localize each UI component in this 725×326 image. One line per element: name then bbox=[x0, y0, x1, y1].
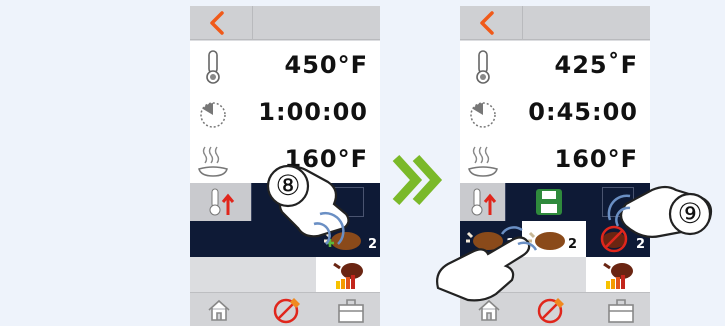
timer-row[interactable]: 1:00:00 bbox=[190, 92, 380, 136]
instruction-figure: 450°F 1:00:00 160°F 2 ⑧ 425˚F 0:45:00 16… bbox=[0, 0, 725, 326]
no-probe-icon[interactable] bbox=[272, 296, 304, 324]
timer-row[interactable]: 0:45:00 bbox=[460, 92, 650, 136]
cook-mode-button[interactable] bbox=[316, 257, 380, 292]
thermometer-icon bbox=[476, 50, 490, 84]
timer-icon bbox=[200, 102, 226, 128]
temp-mode-button[interactable] bbox=[190, 183, 252, 221]
pointing-hand-icon bbox=[436, 226, 538, 302]
back-arrow-icon[interactable] bbox=[474, 9, 502, 37]
cook-mode-button[interactable] bbox=[586, 257, 650, 292]
time-value: 1:00:00 bbox=[258, 98, 368, 126]
home-icon[interactable] bbox=[206, 298, 232, 322]
temp-mode-button[interactable] bbox=[460, 183, 506, 221]
thermometer-icon bbox=[206, 50, 220, 84]
steaming-food-icon bbox=[198, 146, 228, 177]
timer-icon bbox=[470, 102, 496, 128]
time-value: 0:45:00 bbox=[528, 98, 638, 126]
top-bar bbox=[190, 6, 380, 40]
temperature-row[interactable]: 425˚F bbox=[460, 45, 650, 89]
temperature-value: 450°F bbox=[284, 51, 368, 79]
back-arrow-icon[interactable] bbox=[204, 9, 232, 37]
chicken-icon bbox=[333, 262, 363, 289]
chicken-icon bbox=[603, 262, 633, 289]
toolbox-icon[interactable] bbox=[606, 296, 636, 324]
step-number: ⑧ bbox=[275, 169, 300, 202]
save-button[interactable] bbox=[530, 185, 568, 219]
settings-area: 425˚F 0:45:00 160°F bbox=[460, 41, 650, 183]
temperature-row[interactable]: 450°F bbox=[190, 45, 380, 89]
divider bbox=[522, 6, 523, 40]
double-chevron-right-icon bbox=[392, 154, 443, 206]
probe-temp-value: 160°F bbox=[554, 145, 638, 173]
top-bar bbox=[460, 6, 650, 40]
probe-row[interactable]: 160°F bbox=[460, 139, 650, 183]
temp-up-icon bbox=[209, 188, 235, 216]
steaming-food-icon bbox=[468, 146, 498, 177]
probe-count: 2 bbox=[568, 237, 578, 252]
pointing-hand-icon: ⑨ bbox=[607, 185, 713, 238]
pointing-hand-icon: ⑧ bbox=[266, 164, 350, 245]
toolbox-icon[interactable] bbox=[336, 296, 366, 324]
divider bbox=[252, 6, 253, 40]
probe-count: 2 bbox=[368, 237, 378, 252]
step-number: ⑨ bbox=[677, 197, 702, 230]
bottom-bar bbox=[190, 292, 380, 326]
temp-up-icon bbox=[471, 188, 497, 216]
temperature-value: 425˚F bbox=[554, 51, 638, 79]
save-icon bbox=[536, 189, 562, 215]
